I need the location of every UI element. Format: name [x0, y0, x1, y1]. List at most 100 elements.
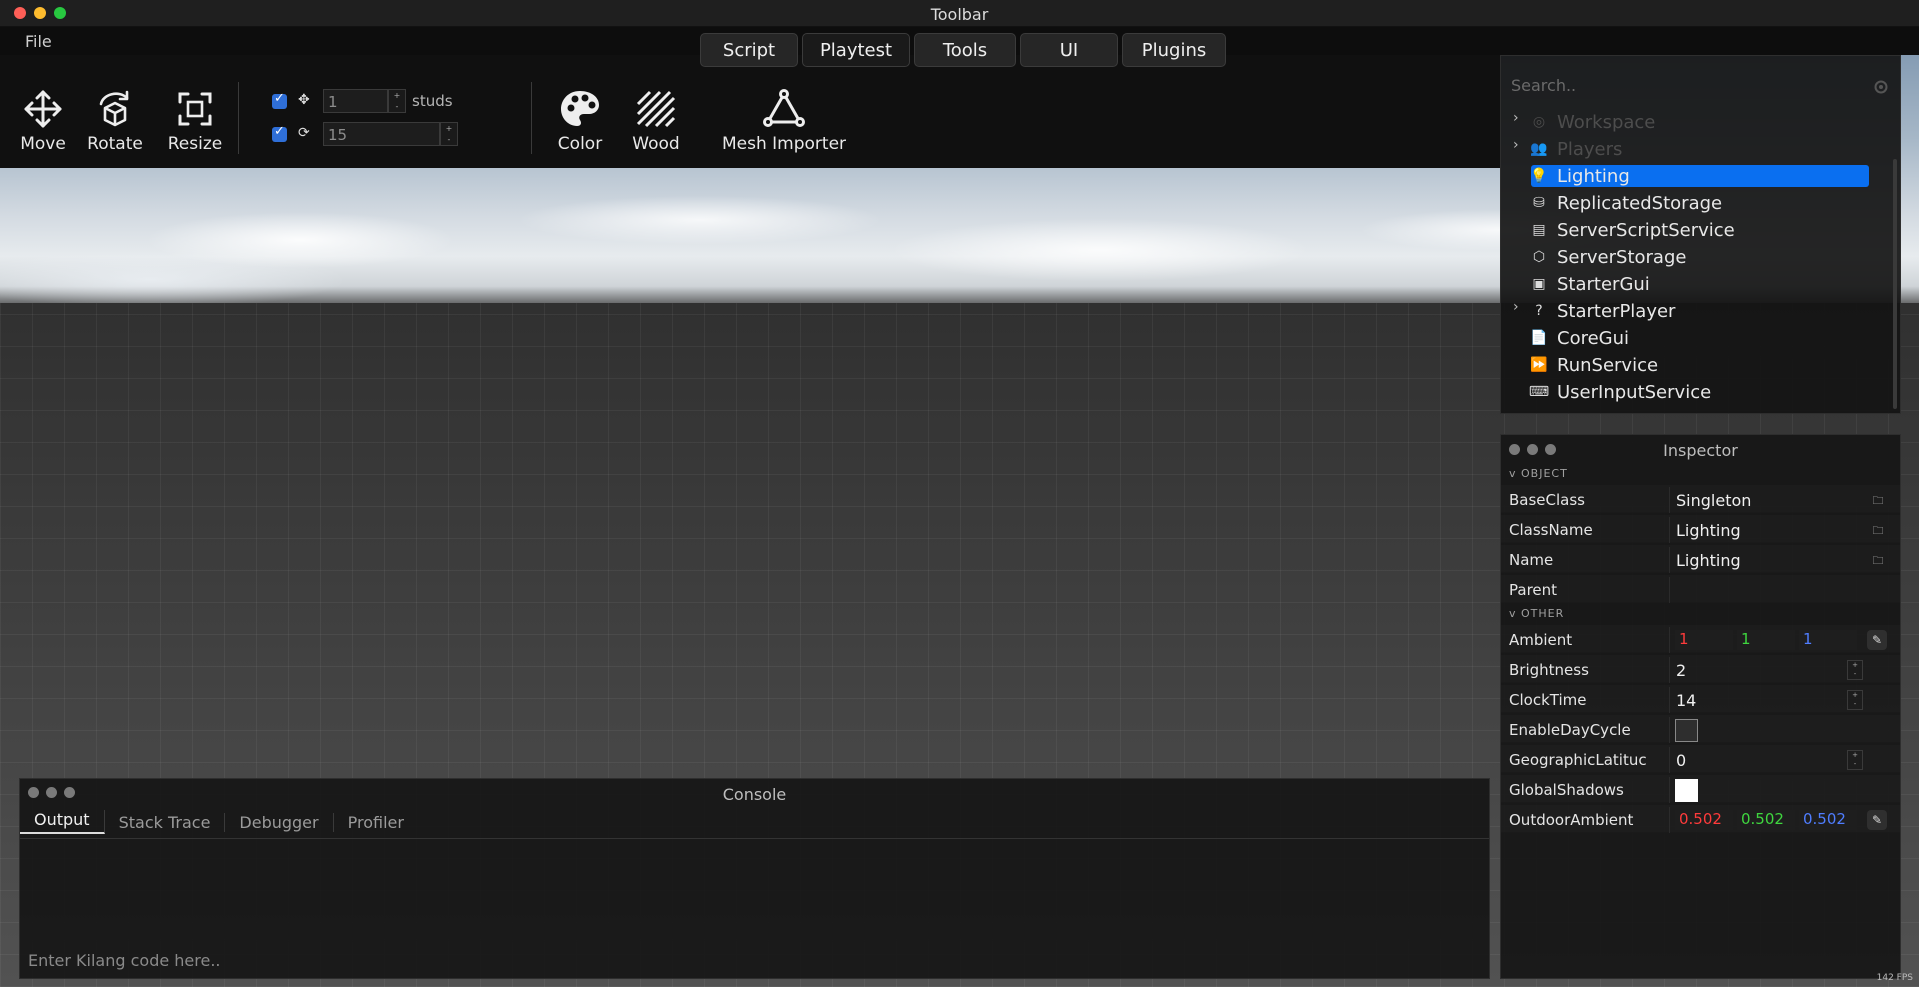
tab-output[interactable]: Output — [20, 810, 105, 834]
column-divider — [1669, 807, 1670, 833]
tab-ui[interactable]: UI — [1020, 33, 1118, 67]
tree-item-replicatedstorage[interactable]: ⛁ ReplicatedStorage — [1531, 192, 1869, 214]
tree-item-label: StarterPlayer — [1557, 300, 1676, 322]
eyedropper-icon[interactable]: ✎ — [1867, 630, 1887, 650]
move-snap-input[interactable]: 1 — [323, 89, 388, 113]
eyedropper-icon[interactable]: ✎ — [1867, 810, 1887, 830]
tree-item-label: ServerStorage — [1557, 246, 1687, 268]
gear-icon[interactable] — [1872, 78, 1890, 100]
console-command-input[interactable]: Enter Kilang code here.. — [28, 951, 221, 970]
menu-file[interactable]: File — [25, 32, 52, 51]
tree-item-serverscriptservice[interactable]: ▤ ServerScriptService — [1531, 219, 1869, 241]
enabledaycycle-checkbox[interactable] — [1675, 719, 1698, 742]
wood-hatch-icon — [636, 90, 676, 128]
geolat-stepper[interactable]: + - — [1847, 750, 1863, 770]
prop-value[interactable]: Singleton — [1676, 491, 1751, 510]
tab-stack-trace[interactable]: Stack Trace — [105, 812, 226, 832]
rotate-snap-icon: ⟳ — [298, 125, 310, 141]
resize-tool-button[interactable]: Resize — [165, 88, 225, 154]
clocktime-stepper[interactable]: + - — [1847, 690, 1863, 710]
tree-item-runservice[interactable]: ⏩ RunService — [1530, 354, 1869, 376]
column-divider — [1669, 547, 1670, 573]
palette-icon — [561, 91, 599, 126]
tree-item-starterplayer[interactable]: ? StarterPlayer — [1531, 300, 1869, 322]
toolbar-divider — [531, 82, 532, 154]
folder-icon[interactable]: 🗀 — [1869, 522, 1887, 538]
expand-starterplayer-chevron-icon[interactable]: › — [1513, 299, 1519, 315]
prop-value[interactable]: Lighting — [1676, 521, 1741, 540]
prop-name: Name — [1509, 551, 1554, 569]
collapse-chevron-icon: v — [1509, 607, 1522, 620]
prop-value[interactable]: 0 — [1676, 751, 1686, 770]
tree-item-coregui[interactable]: 📄 CoreGui — [1530, 327, 1869, 349]
folder-icon[interactable]: 🗀 — [1869, 552, 1887, 568]
explorer-search-input[interactable]: Search.. — [1511, 76, 1576, 95]
prop-outdoorambient: OutdoorAmbient 0.502 0.502 0.502 ✎ — [1509, 807, 1893, 833]
rotate-snap-checkbox[interactable] — [272, 124, 287, 142]
section-other-header[interactable]: v OTHER — [1509, 607, 1564, 620]
prop-globalshadows: GlobalShadows — [1509, 777, 1893, 803]
section-label: OTHER — [1521, 607, 1565, 620]
prop-clocktime: ClockTime 14 + - — [1509, 687, 1893, 713]
console-tabs: Output Stack Trace Debugger Profiler — [20, 809, 418, 835]
prop-baseclass: BaseClass Singleton 🗀 — [1509, 487, 1893, 513]
ambient-g-input[interactable]: 1 — [1737, 630, 1795, 650]
expand-players-chevron-icon[interactable]: › — [1513, 137, 1519, 153]
inspector-panel: Inspector v OBJECT BaseClass Singleton 🗀… — [1500, 434, 1901, 979]
tree-item-label: ReplicatedStorage — [1557, 192, 1723, 214]
tree-item-lighting[interactable]: 💡 Lighting — [1530, 165, 1869, 187]
column-divider — [1669, 747, 1670, 773]
color-label: Color — [557, 134, 603, 154]
database-icon: ⛁ — [1533, 195, 1545, 211]
folder-icon[interactable]: 🗀 — [1869, 492, 1887, 508]
ambient-r-input[interactable]: 1 — [1675, 630, 1733, 650]
rotate-snap-input[interactable]: 15 — [323, 122, 440, 146]
tab-tools[interactable]: Tools — [914, 33, 1016, 67]
tree-item-userinputservice[interactable]: ⌨ UserInputService — [1528, 381, 1869, 403]
tree-item-label: UserInputService — [1557, 381, 1712, 403]
rotate-tool-button[interactable]: Rotate — [85, 88, 145, 154]
prop-value[interactable]: 14 — [1676, 691, 1696, 710]
tree-item-serverstorage[interactable]: ⬡ ServerStorage — [1531, 246, 1869, 268]
tab-playtest[interactable]: Playtest — [802, 33, 910, 67]
prop-name: ClassName — [1509, 521, 1593, 539]
wood-material-button[interactable]: Wood — [628, 88, 684, 154]
tab-debugger[interactable]: Debugger — [225, 812, 334, 832]
window-titlebar: Toolbar — [0, 0, 1919, 27]
move-snap-checkbox[interactable] — [272, 91, 287, 109]
expand-workspace-chevron-icon[interactable]: › — [1513, 110, 1519, 126]
prop-name: OutdoorAmbient — [1509, 811, 1634, 829]
outdoorambient-g-input[interactable]: 0.502 — [1737, 810, 1795, 830]
prop-name-row: Name Lighting 🗀 — [1509, 547, 1893, 573]
prop-value[interactable]: 2 — [1676, 661, 1686, 680]
mesh-importer-button[interactable]: Mesh Importer — [716, 88, 852, 154]
question-icon: ? — [1535, 303, 1543, 319]
column-divider — [1669, 717, 1670, 743]
column-divider — [1669, 777, 1670, 803]
tree-item-startergui[interactable]: ▣ StarterGui — [1531, 273, 1869, 295]
outdoorambient-r-input[interactable]: 0.502 — [1675, 810, 1733, 830]
move-snap-stepper[interactable]: + - — [388, 89, 406, 113]
prop-name: ClockTime — [1509, 691, 1587, 709]
prop-name: Parent — [1509, 581, 1558, 599]
box-icon: ⬡ — [1532, 249, 1546, 265]
ambient-b-input[interactable]: 1 — [1799, 630, 1857, 650]
tree-item-workspace[interactable]: ◎ Workspace — [1531, 111, 1869, 133]
tab-plugins[interactable]: Plugins — [1122, 33, 1226, 67]
tab-profiler[interactable]: Profiler — [334, 813, 418, 832]
move-tool-button[interactable]: Move — [18, 88, 68, 154]
color-tool-button[interactable]: Color — [553, 88, 607, 154]
tab-script[interactable]: Script — [700, 33, 798, 67]
rotate-snap-stepper[interactable]: + - — [440, 122, 458, 146]
brightness-stepper[interactable]: + - — [1847, 660, 1863, 680]
keyboard-icon: ⌨ — [1528, 384, 1550, 400]
prop-value[interactable]: Lighting — [1676, 551, 1741, 570]
prop-enabledaycycle: EnableDayCycle — [1509, 717, 1893, 743]
toolbar-divider — [238, 82, 239, 154]
tree-item-players[interactable]: 👥 Players — [1530, 138, 1869, 160]
prop-brightness: Brightness 2 + - — [1509, 657, 1893, 683]
globalshadows-checkbox[interactable] — [1675, 779, 1698, 802]
outdoorambient-b-input[interactable]: 0.502 — [1799, 810, 1857, 830]
explorer-scrollbar[interactable] — [1893, 159, 1897, 409]
section-object-header[interactable]: v OBJECT — [1509, 467, 1568, 480]
